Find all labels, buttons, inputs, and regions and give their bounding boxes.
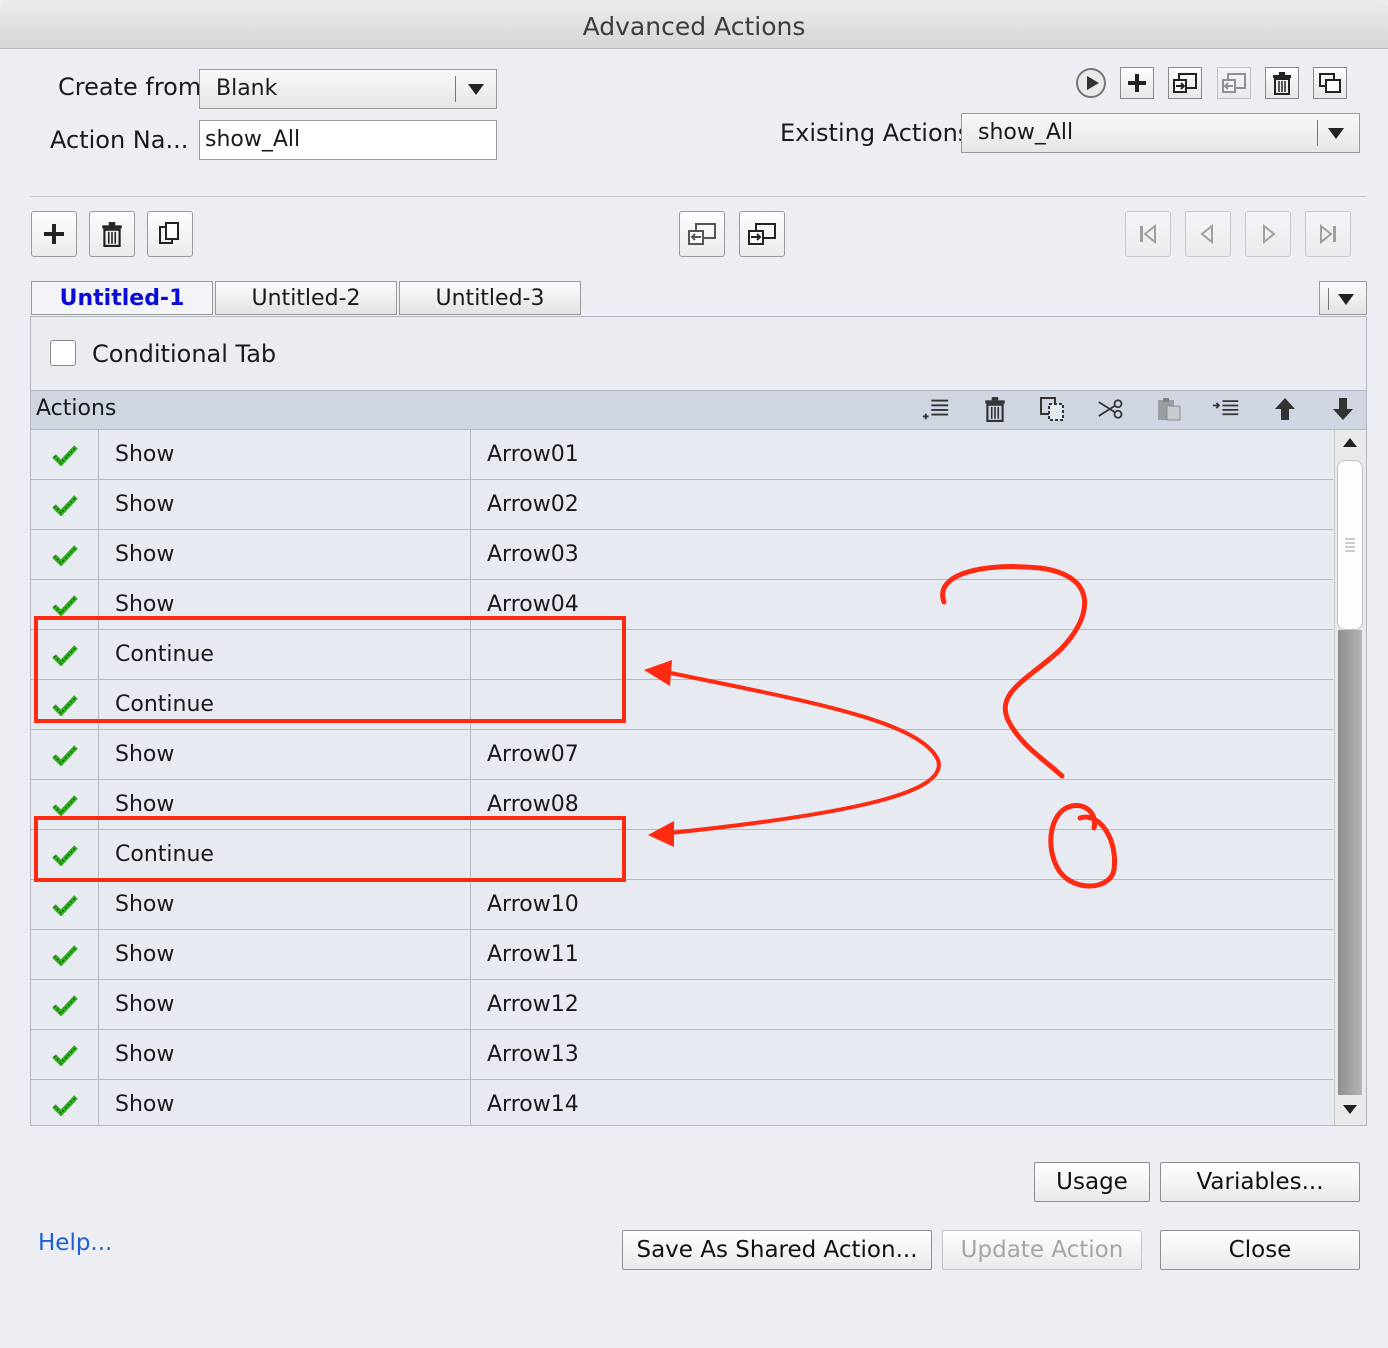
arrowhead-icon xyxy=(644,660,672,686)
save-as-shared-action-button[interactable]: Save As Shared Action... xyxy=(622,1230,932,1270)
annotation-overlay xyxy=(34,564,1118,889)
highlight-box xyxy=(34,616,626,723)
usage-button[interactable]: Usage xyxy=(1034,1162,1150,1202)
close-button[interactable]: Close xyxy=(1160,1230,1360,1270)
update-action-button[interactable]: Update Action xyxy=(942,1230,1142,1270)
arrowhead-icon xyxy=(648,821,674,847)
question-dot-drawing xyxy=(1048,803,1118,889)
question-mark-drawing xyxy=(940,564,1088,779)
variables-button[interactable]: Variables... xyxy=(1160,1162,1360,1202)
help-link[interactable]: Help... xyxy=(38,1230,112,1256)
highlight-box xyxy=(34,816,626,882)
annotation-arrow xyxy=(665,670,941,835)
